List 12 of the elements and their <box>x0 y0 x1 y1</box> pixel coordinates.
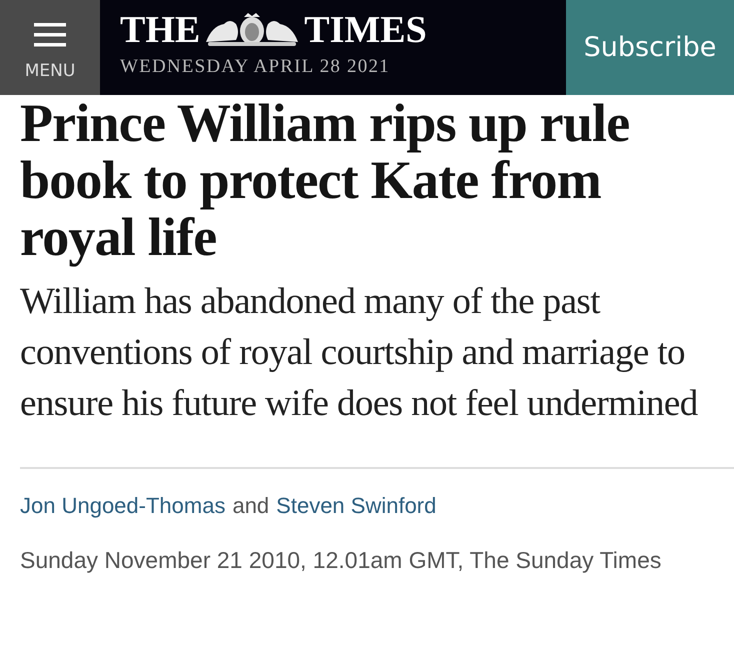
masthead-date: WEDNESDAY APRIL 28 2021 <box>120 56 391 78</box>
subscribe-button[interactable]: Subscribe <box>566 0 734 95</box>
menu-icon <box>34 22 66 46</box>
author-link[interactable]: Steven Swinford <box>276 493 436 519</box>
author-link[interactable]: Jon Ungoed-Thomas <box>20 493 226 519</box>
masthead-logo-text: TIMES <box>304 8 427 52</box>
article-dateline: Sunday November 21 2010, 12.01am GMT, The Sunday Times <box>20 547 662 574</box>
headline: Prince William rips up rule book to protect Kate from royal life <box>20 95 630 266</box>
standfirst: William has abandoned many of the past conventions of royal courtship and marriage to ensure his future wife does not feel undermined <box>20 280 699 426</box>
masthead-logo-text: THE <box>120 8 200 52</box>
byline-joiner: and <box>232 493 270 519</box>
menu-button[interactable]: MENU <box>0 0 100 95</box>
